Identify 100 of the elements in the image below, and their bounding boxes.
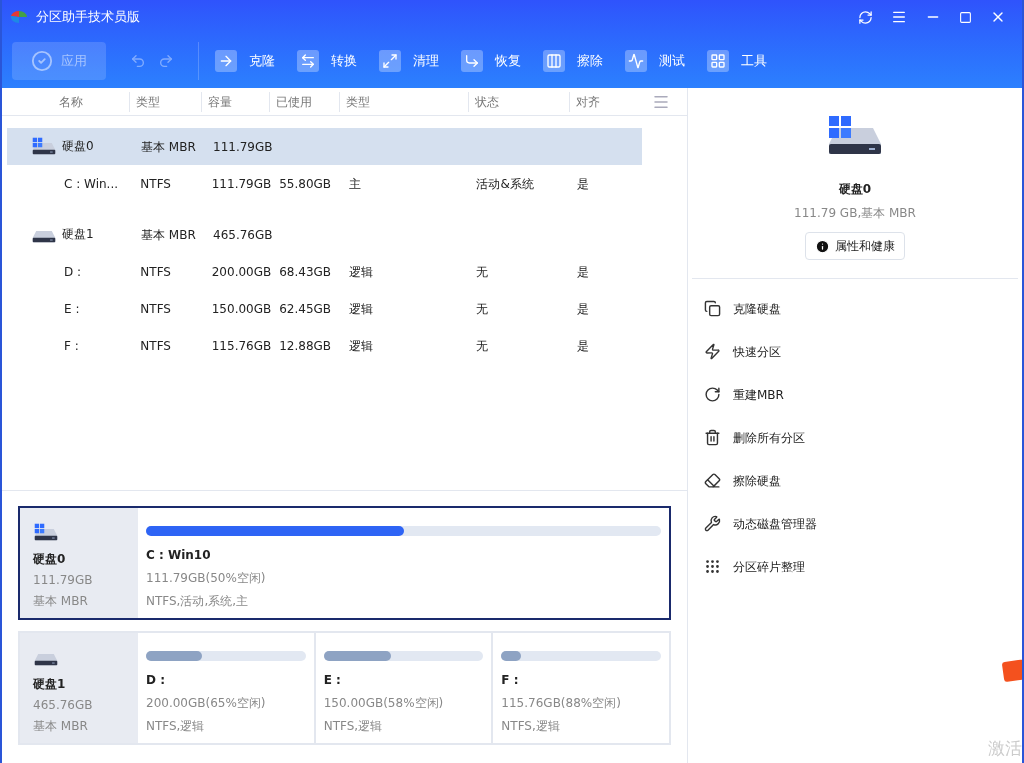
info-icon <box>815 238 830 254</box>
partition-size: 115.76GB(88%空闲) <box>501 695 622 712</box>
table-cell-text: 逻辑 <box>347 300 374 318</box>
partition-block[interactable]: C : Win10 111.79GB(50%空闲) NTFS,活动,系统,主 <box>138 508 669 618</box>
disk-summary: 111.79 GB,基本 MBR <box>794 205 916 222</box>
action-item[interactable]: 动态磁盘管理器 <box>688 502 1022 545</box>
properties-button[interactable]: 属性和健康 <box>805 232 905 260</box>
disk-name: 硬盘1 <box>33 675 67 693</box>
table-cell-text: 硬盘1 <box>62 226 94 244</box>
table-cell-text: NTFS <box>139 337 172 355</box>
toolbar-button[interactable]: 恢复 <box>461 50 521 72</box>
table-cell-text: 硬盘0 <box>62 138 94 156</box>
window-title: 分区助手技术员版 <box>36 8 140 27</box>
action-item[interactable]: 快速分区 <box>688 330 1022 373</box>
partition-block[interactable]: F : 115.76GB(88%空闲) NTFS,逻辑 <box>491 633 669 743</box>
toolbar-button[interactable]: 清理 <box>379 50 439 72</box>
partition-name: C : Win10 <box>146 547 212 564</box>
disk-card[interactable]: 硬盘1 465.76GB 基本 MBR D : 200.00GB(65%空闲) NTFS,逻辑 E : 150.00GB(58%空闲) NTFS,逻辑 F : 115.76GB(88%空闲) NTFS,逻辑 <box>18 631 671 745</box>
maximize-icon[interactable] <box>959 10 972 24</box>
column-header[interactable]: 类型 <box>130 91 202 112</box>
partition-block[interactable]: D : 200.00GB(65%空闲) NTFS,逻辑 <box>138 633 314 743</box>
action-item[interactable]: 删除所有分区 <box>688 416 1022 459</box>
grid-icon <box>707 50 729 72</box>
table-row[interactable]: F : NTFS 115.76GB 12.88GB 逻辑 无 是 <box>7 327 642 364</box>
menu-icon[interactable] <box>891 9 907 25</box>
table-cell-text: F : <box>63 337 80 355</box>
table-row[interactable]: E : NTFS 150.00GB 62.45GB 逻辑 无 是 <box>7 290 642 327</box>
table-cell-text: 无 <box>475 263 490 281</box>
arrow-right-icon <box>215 50 237 72</box>
table-cell-text: 150.00GB <box>210 300 273 318</box>
table-cell-text: 115.76GB <box>210 337 273 355</box>
toolbar-button[interactable]: 工具 <box>707 50 767 72</box>
partition-attributes: NTFS,活动,系统,主 <box>146 593 250 610</box>
disk-type: 基本 MBR <box>33 717 89 735</box>
table-cell-text: 基本 MBR <box>140 226 197 244</box>
table-cell-text: NTFS <box>139 263 172 281</box>
action-item[interactable]: 分区碎片整理 <box>688 545 1022 588</box>
action-item[interactable]: 擦除硬盘 <box>688 459 1022 502</box>
table-cell-text: 111.79GB <box>212 138 274 156</box>
disk-card[interactable]: 硬盘0 111.79GB 基本 MBR C : Win10 111.79GB(50%空闲) NTFS,活动,系统,主 <box>18 506 671 620</box>
table-cell-text: 逻辑 <box>347 263 374 281</box>
dots-grid-icon <box>704 558 721 575</box>
expand-arrows-icon <box>379 50 401 72</box>
table-cell-text: 62.45GB <box>278 300 333 318</box>
table-cell-text: 465.76GB <box>212 226 274 244</box>
app-logo-icon <box>10 10 28 24</box>
table-cell-text: C : Win... <box>63 175 120 193</box>
table-cell-text: 无 <box>475 300 490 318</box>
action-item[interactable]: 克隆硬盘 <box>688 287 1022 330</box>
table-cell-text: 是 <box>575 263 590 281</box>
table-cell-text: 68.43GB <box>278 263 333 281</box>
column-header[interactable]: 容量 <box>202 91 270 112</box>
table-row[interactable]: C : Win... NTFS 111.79GB 55.80GB 主 活动&系统 是 <box>7 165 642 202</box>
toolbar-button[interactable]: 克隆 <box>215 50 275 72</box>
lightning-icon <box>704 343 721 360</box>
table-cell-text: 是 <box>575 175 590 193</box>
table-cell-text: 111.79GB <box>210 175 273 193</box>
table-cell-text: NTFS <box>139 175 172 193</box>
partition-name: D : <box>146 672 166 689</box>
column-header[interactable]: 类型 <box>340 91 469 112</box>
table-cell-text: 基本 MBR <box>140 138 197 156</box>
swap-arrows-icon <box>297 50 319 72</box>
action-item[interactable]: 重建MBR <box>688 373 1022 416</box>
partition-block[interactable]: E : 150.00GB(58%空闲) NTFS,逻辑 <box>313 633 492 743</box>
table-cell-text: E : <box>63 300 81 318</box>
toolbar-button[interactable]: 测试 <box>625 50 685 72</box>
column-header[interactable]: 状态 <box>469 91 570 112</box>
column-header[interactable]: 名称 <box>2 91 130 112</box>
partition-name: E : <box>323 672 342 689</box>
table-cell-text: 逻辑 <box>347 337 374 355</box>
table-row[interactable]: 硬盘0 基本 MBR 111.79GB <box>7 128 642 165</box>
eraser-icon <box>704 472 721 489</box>
disk-name: 硬盘0 <box>33 550 67 568</box>
check-icon <box>31 50 53 72</box>
copy-icon <box>704 300 721 317</box>
partition-attributes: NTFS,逻辑 <box>146 718 206 735</box>
table-row[interactable]: 硬盘1 基本 MBR 465.76GB <box>7 216 642 253</box>
table-cell-text: 是 <box>575 300 590 318</box>
column-header[interactable]: 对齐 <box>570 91 642 112</box>
partition-size: 150.00GB(58%空闲) <box>323 695 445 712</box>
table-row[interactable]: D : NTFS 200.00GB 68.43GB 逻辑 无 是 <box>7 253 642 290</box>
trash-icon <box>704 429 721 446</box>
disk-title: 硬盘0 <box>838 181 872 198</box>
disk-size: 111.79GB <box>33 571 94 589</box>
partition-name: F : <box>501 672 520 689</box>
table-cell-text: D : <box>63 263 83 281</box>
partition-size: 111.79GB(50%空闲) <box>146 570 267 587</box>
column-header[interactable]: 已使用 <box>270 91 340 112</box>
table-cell-text: 是 <box>575 337 590 355</box>
partition-size: 200.00GB(65%空闲) <box>146 695 267 712</box>
table-cell-text: 200.00GB <box>210 263 273 281</box>
toolbar-button[interactable]: 擦除 <box>543 50 603 72</box>
partition-attributes: NTFS,逻辑 <box>323 718 384 735</box>
pulse-icon <box>625 50 647 72</box>
table-cell-text: 55.80GB <box>278 175 333 193</box>
table-cell-text: 主 <box>347 175 362 193</box>
refresh-icon[interactable] <box>858 9 873 25</box>
table-cell-text: 12.88GB <box>278 337 333 355</box>
toolbar-button[interactable]: 转换 <box>297 50 357 72</box>
disk-size: 465.76GB <box>33 696 94 714</box>
